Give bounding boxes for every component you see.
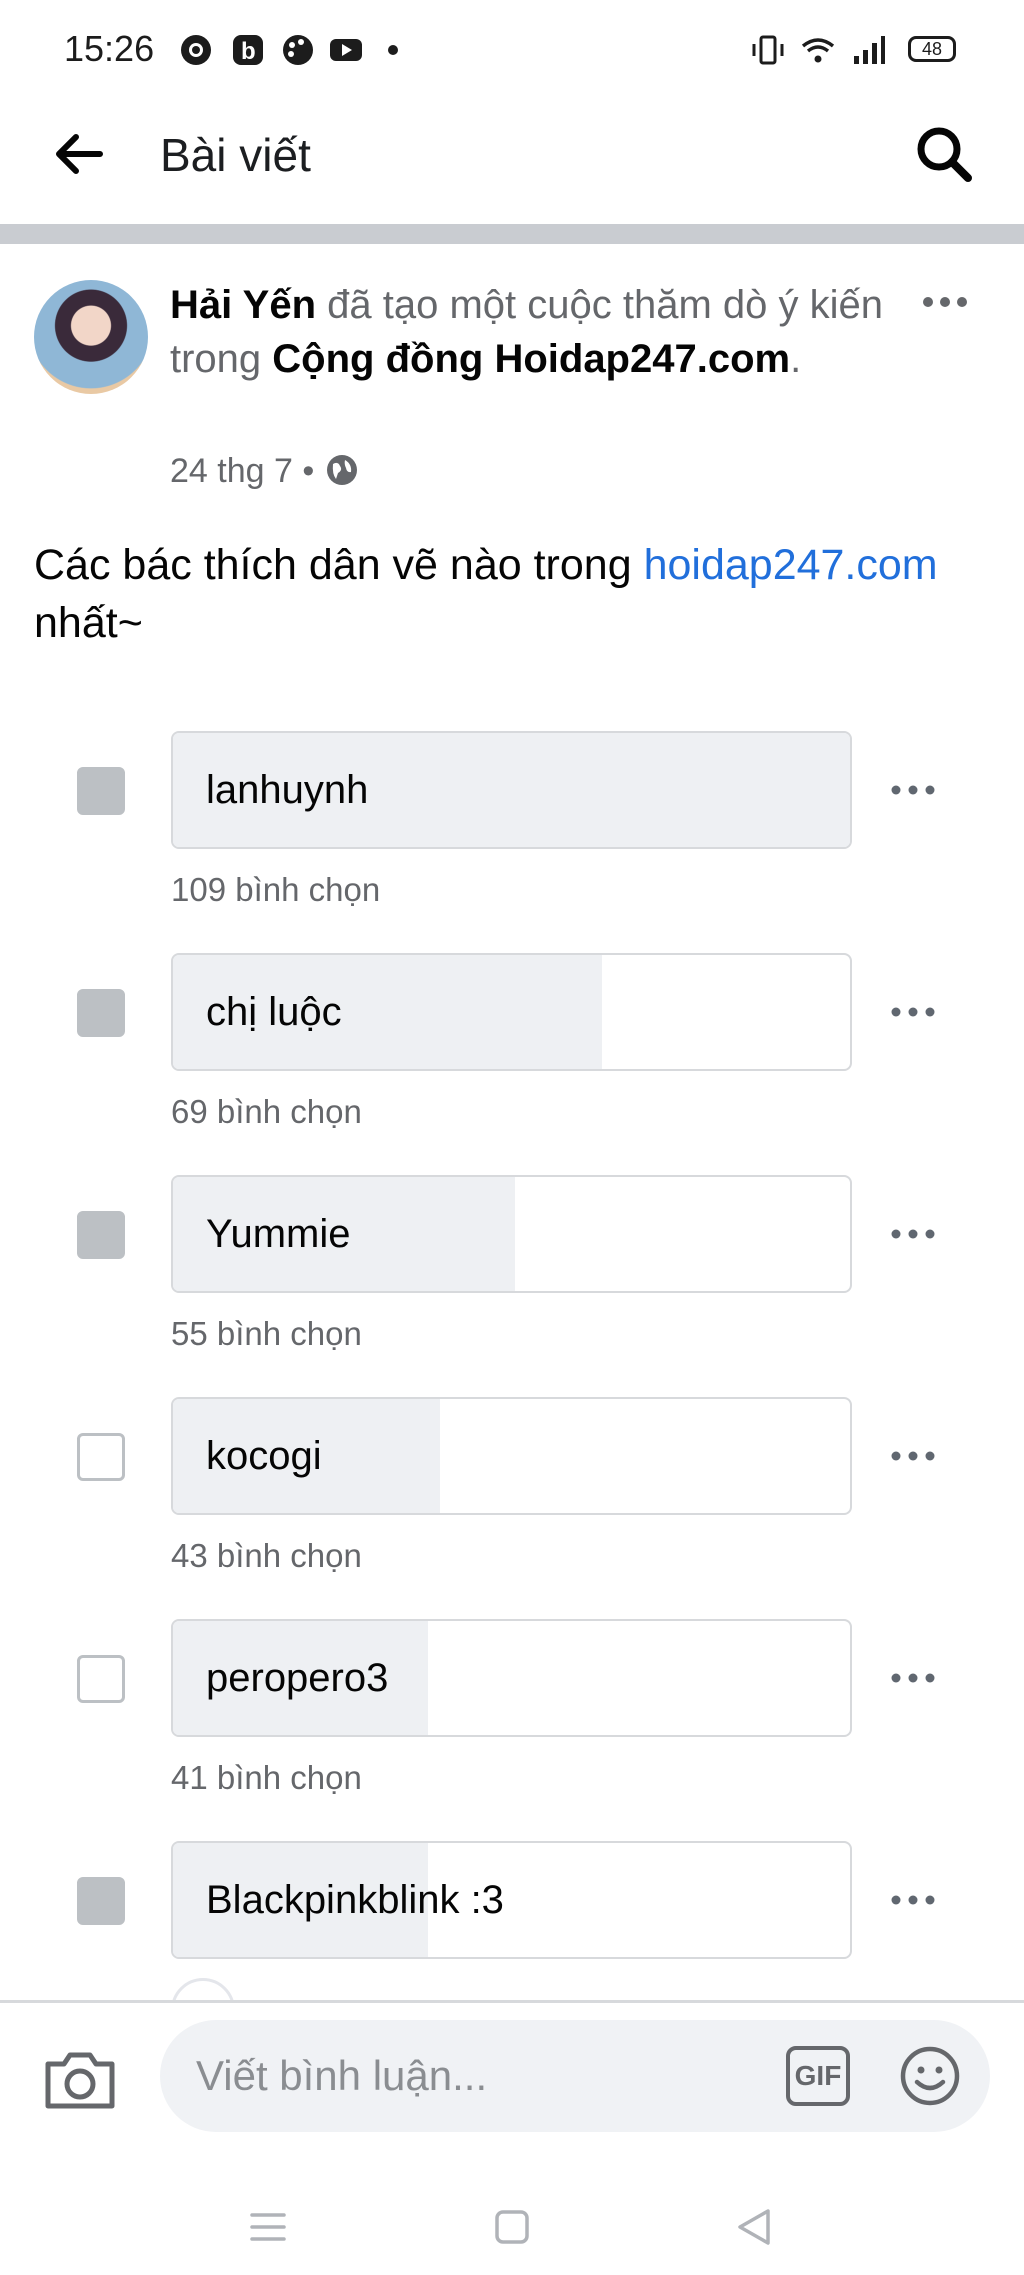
- poll-checkbox[interactable]: [77, 1211, 125, 1259]
- more-horizontal-icon[interactable]: [888, 1224, 938, 1244]
- battery-level: 48: [921, 39, 943, 59]
- arrow-left-icon[interactable]: [50, 126, 106, 182]
- b-app-icon: b: [233, 35, 263, 65]
- more-horizontal-icon[interactable]: [888, 1002, 938, 1022]
- poll-checkbox[interactable]: [77, 1877, 125, 1925]
- poll-option-label: peropero3: [206, 1656, 389, 1700]
- gif-label: GIF: [794, 2060, 842, 2091]
- signal-icon: [854, 36, 885, 64]
- youtube-app-icon: [330, 39, 362, 61]
- more-horizontal-icon[interactable]: [888, 1668, 938, 1688]
- poll-checkbox[interactable]: [77, 1433, 125, 1481]
- more-horizontal-icon[interactable]: [888, 780, 938, 800]
- poll-vote-count[interactable]: 41 bình chọn: [171, 1759, 362, 1797]
- poll-option-bar[interactable]: kocogi: [171, 1397, 852, 1515]
- poll-checkbox[interactable]: [77, 767, 125, 815]
- emoji-icon[interactable]: [898, 2044, 962, 2108]
- page-title: Bài viết: [160, 129, 311, 181]
- more-horizontal-icon[interactable]: [920, 290, 970, 314]
- system-navigation-bar: [0, 2150, 1024, 2275]
- avatar[interactable]: [34, 280, 148, 394]
- poll-vote-count[interactable]: 69 bình chọn: [171, 1093, 362, 1131]
- poll-option-label: kocogi: [206, 1434, 322, 1478]
- poll-option-bar[interactable]: peropero3: [171, 1619, 852, 1737]
- poll-checkbox[interactable]: [77, 989, 125, 1037]
- status-time: 15:26: [64, 28, 155, 69]
- dot-icon: [388, 45, 398, 55]
- more-horizontal-icon[interactable]: [888, 1890, 938, 1910]
- post-meta: 24 thg 7 •: [170, 452, 360, 491]
- poll-option-label: Blackpinkblink :3: [206, 1878, 504, 1922]
- poll-option-bar[interactable]: Blackpinkblink :3: [171, 1841, 852, 1959]
- camera-app-icon: [181, 35, 211, 65]
- poll-option-bar[interactable]: Yummie: [171, 1175, 852, 1293]
- post-link[interactable]: hoidap247.com: [644, 541, 938, 589]
- status-bar: 15:26 b 48: [0, 0, 1024, 100]
- poll-option-bar[interactable]: chị luộc: [171, 953, 852, 1071]
- post-date[interactable]: 24 thg 7: [170, 452, 293, 490]
- home-icon[interactable]: [494, 2208, 530, 2246]
- more-horizontal-icon[interactable]: [888, 1446, 938, 1466]
- svg-text:b: b: [241, 38, 256, 65]
- poll-checkbox[interactable]: [77, 1655, 125, 1703]
- battery-icon: 48: [908, 36, 956, 62]
- post-header: Hải Yến đã tạo một cuộc thăm dò ý kiến t…: [170, 278, 900, 386]
- post-text-main: Các bác thích dân vẽ nào trong: [34, 541, 644, 589]
- section-divider: [0, 224, 1024, 244]
- poll-vote-count[interactable]: 55 bình chọn: [171, 1315, 362, 1353]
- group-name[interactable]: Cộng đồng Hoidap247.com: [272, 337, 790, 381]
- comment-input[interactable]: Viết bình luận... GIF: [160, 2020, 990, 2132]
- comment-placeholder: Viết bình luận...: [196, 2052, 488, 2099]
- poll-option-label: lanhuynh: [206, 768, 369, 812]
- post-text: Các bác thích dân vẽ nào trong hoidap247…: [34, 536, 1004, 652]
- app-bar: [0, 100, 1024, 224]
- poll-vote-count[interactable]: 109 bình chọn: [171, 871, 380, 909]
- search-icon[interactable]: [912, 122, 976, 186]
- post-text-end: nhất~: [34, 599, 143, 647]
- gif-button[interactable]: GIF: [786, 2046, 850, 2106]
- menu-icon[interactable]: [248, 2210, 288, 2244]
- header-period: .: [790, 337, 802, 381]
- globe-icon: [326, 455, 357, 485]
- back-nav-icon[interactable]: [734, 2206, 774, 2248]
- palette-app-icon: [283, 35, 313, 65]
- camera-icon[interactable]: [42, 2046, 118, 2112]
- poll-option-label: Yummie: [206, 1212, 351, 1256]
- vibrate-icon: [752, 35, 784, 65]
- wifi-icon: [801, 38, 835, 63]
- poll-option-label: chị luộc: [206, 990, 342, 1034]
- poll-option-bar[interactable]: lanhuynh: [171, 731, 852, 849]
- poll-vote-count[interactable]: 43 bình chọn: [171, 1537, 362, 1575]
- author-name[interactable]: Hải Yến: [170, 283, 316, 327]
- meta-separator: •: [302, 452, 315, 490]
